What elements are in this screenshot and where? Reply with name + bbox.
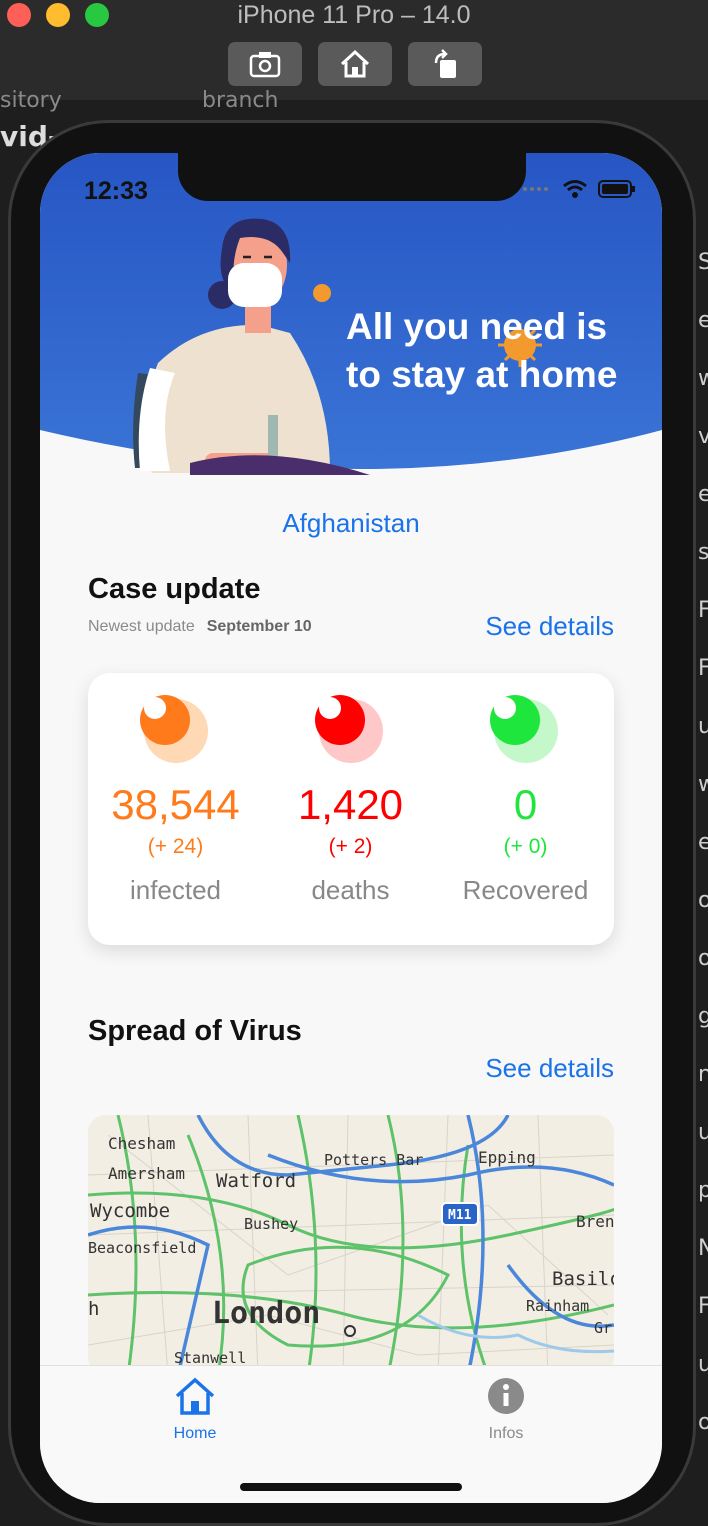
signal-icon xyxy=(523,187,548,191)
bg-right-letter: n xyxy=(698,1062,708,1087)
home-indicator xyxy=(240,1483,462,1491)
map-label-chesham: Chesham xyxy=(108,1134,175,1153)
home-icon xyxy=(340,49,370,78)
header-banner: 12:33 All you need is to stay at home xyxy=(40,153,662,483)
case-update-title: Case update xyxy=(88,573,261,605)
status-time: 12:33 xyxy=(84,177,148,205)
info-icon xyxy=(488,1378,524,1414)
app-screen: 12:33 All you need is to stay at home Af… xyxy=(40,153,662,1503)
map-label-basildon: Basilc xyxy=(552,1268,614,1290)
country-selector[interactable]: Afghanistan xyxy=(40,508,662,539)
deaths-delta: (+ 2) xyxy=(328,835,373,858)
tab-infos-label: Infos xyxy=(488,1425,524,1442)
map-canvas: Chesham Amersham Watford Potters Bar Epp… xyxy=(88,1115,614,1375)
tab-home-label: Home xyxy=(173,1425,217,1442)
headline: All you need is to stay at home xyxy=(346,306,618,395)
bg-text-repository: sitory xyxy=(0,88,62,113)
bg-right-letter: F xyxy=(698,656,708,681)
spread-map[interactable]: Chesham Amersham Watford Potters Bar Epp… xyxy=(88,1115,614,1375)
map-label-rainham: Rainham xyxy=(526,1297,589,1315)
bg-right-letter: o xyxy=(698,1410,708,1435)
bg-right-letter: e xyxy=(698,482,708,507)
map-label-beaconsfield: Beaconsfield xyxy=(88,1239,196,1257)
bg-text-branch: branch xyxy=(202,88,279,113)
map-label-bren: Bren xyxy=(576,1212,614,1231)
recovered-label: Recovered xyxy=(462,875,589,905)
infected-count: 38,544 xyxy=(111,781,240,828)
deaths-count: 1,420 xyxy=(297,781,404,828)
bg-right-letter: F xyxy=(698,1294,708,1319)
stat-recovered: 0 (+ 0) Recovered xyxy=(438,673,613,906)
spread-see-details-link[interactable]: See details xyxy=(485,1053,614,1084)
screenshot-icon xyxy=(249,52,281,78)
rotate-icon xyxy=(434,49,456,78)
bg-right-letter: S xyxy=(698,250,708,275)
bg-right-letter: e xyxy=(698,308,708,333)
map-label-watford: Watford xyxy=(216,1170,296,1192)
bg-right-letter: o xyxy=(698,946,708,971)
case-stats-card: 38,544 (+ 24) infected 1,420 (+ 2) death… xyxy=(88,673,614,945)
bg-right-letter: u xyxy=(698,714,708,739)
infected-dot-icon xyxy=(139,695,208,763)
bg-right-letter: u xyxy=(698,1352,708,1377)
spread-title: Spread of Virus xyxy=(88,1015,302,1047)
stat-deaths: 1,420 (+ 2) deaths xyxy=(263,673,438,906)
rotate-button[interactable] xyxy=(408,42,482,86)
map-label-bushey: Bushey xyxy=(244,1215,298,1233)
bg-right-letter: F xyxy=(698,598,708,623)
simulator-titlebar: iPhone 11 Pro – 14.0 xyxy=(0,0,708,100)
map-label-epping: Epping xyxy=(478,1148,536,1167)
deaths-label: deaths xyxy=(311,875,390,905)
recovered-delta: (+ 0) xyxy=(503,835,548,858)
infected-delta: (+ 24) xyxy=(147,835,204,858)
bg-right-letter: v xyxy=(698,424,708,449)
bg-right-letter: w xyxy=(698,772,708,797)
newest-update-label: Newest update xyxy=(88,618,195,635)
wifi-icon xyxy=(563,180,587,198)
map-label-h: h xyxy=(88,1298,99,1320)
map-label-gr: Gr xyxy=(594,1319,612,1337)
map-label-wycombe: Wycombe xyxy=(90,1200,170,1222)
bg-right-letter: p xyxy=(698,1178,708,1203)
bg-right-letter: g xyxy=(698,1004,708,1029)
bg-right-letter: N xyxy=(698,1236,708,1261)
map-label-amersham: Amersham xyxy=(108,1164,185,1183)
recovered-count: 0 xyxy=(513,781,538,828)
bg-right-letter: o xyxy=(698,888,708,913)
bg-right-letter: u xyxy=(698,1120,708,1145)
tab-home[interactable]: Home xyxy=(135,1376,255,1443)
bg-right-letter: e xyxy=(698,830,708,855)
status-icons xyxy=(522,179,636,199)
battery-icon xyxy=(598,180,635,198)
stat-infected: 38,544 (+ 24) infected xyxy=(88,673,263,906)
deaths-dot-icon xyxy=(314,695,383,763)
screenshot-button[interactable] xyxy=(228,42,302,86)
case-see-details-link[interactable]: See details xyxy=(485,611,614,642)
infected-label: infected xyxy=(129,875,222,905)
newest-update-date: September 10 xyxy=(206,618,312,635)
home-button[interactable] xyxy=(318,42,392,86)
map-label-potters-bar: Potters Bar xyxy=(324,1151,423,1169)
device-notch xyxy=(178,153,526,201)
newest-update: Newest update September 10 xyxy=(88,618,312,636)
bg-right-letter: w xyxy=(698,366,708,391)
simulator-title: iPhone 11 Pro – 14.0 xyxy=(237,1,471,29)
map-label-m11: M11 xyxy=(448,1208,472,1223)
tab-infos[interactable]: Infos xyxy=(446,1376,566,1443)
map-label-london: London xyxy=(212,1296,320,1331)
recovered-dot-icon xyxy=(489,695,558,763)
home-icon xyxy=(175,1377,215,1415)
bg-right-letter: s xyxy=(698,540,708,565)
